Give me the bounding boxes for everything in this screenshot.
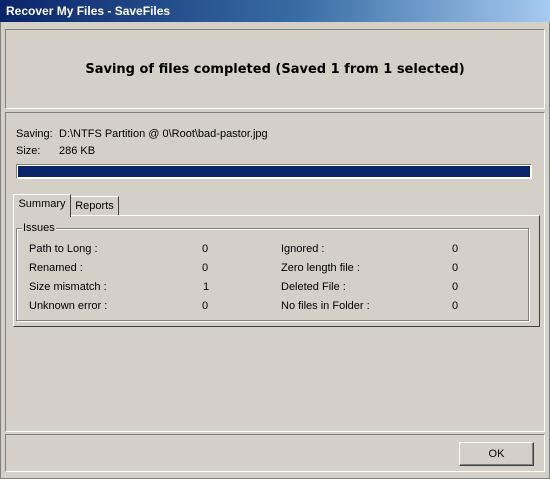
zero-length-file-value: 0: [452, 262, 459, 274]
size-label: Size:: [16, 145, 41, 157]
progress-fill: [18, 166, 530, 177]
path-to-long-value: 0: [202, 243, 209, 255]
size-mismatch-value: 1: [203, 281, 210, 293]
title-bar[interactable]: Recover My Files - SaveFiles: [0, 0, 550, 22]
unknown-error-label: Unknown error :: [29, 300, 108, 312]
path-to-long-label: Path to Long :: [29, 243, 98, 255]
ok-button[interactable]: OK: [459, 442, 534, 466]
ignored-value: 0: [452, 243, 459, 255]
zero-length-file-label: Zero length file :: [281, 262, 360, 274]
size-mismatch-label: Size mismatch :: [29, 281, 107, 293]
size-value: 286 KB: [59, 145, 96, 157]
progress-bar: [16, 164, 532, 179]
ignored-label: Ignored :: [281, 243, 325, 255]
no-files-in-folder-value: 0: [452, 300, 459, 312]
saving-path: D:\NTFS Partition @ 0\Root\bad-pastor.jp…: [59, 128, 268, 140]
unknown-error-value: 0: [202, 300, 209, 312]
renamed-label: Renamed :: [29, 262, 83, 274]
issues-legend: Issues: [22, 222, 56, 234]
header-panel: Saving of files completed (Saved 1 from …: [5, 29, 545, 109]
completion-message: Saving of files completed (Saved 1 from …: [85, 61, 465, 77]
tab-summary[interactable]: Summary: [13, 194, 71, 217]
deleted-file-label: Deleted File :: [281, 281, 346, 293]
saving-label: Saving:: [16, 128, 53, 140]
deleted-file-value: 0: [452, 281, 459, 293]
renamed-value: 0: [202, 262, 209, 274]
tab-reports[interactable]: Reports: [70, 196, 119, 216]
no-files-in-folder-label: No files in Folder :: [281, 300, 370, 312]
window-title: Recover My Files - SaveFiles: [6, 4, 171, 18]
